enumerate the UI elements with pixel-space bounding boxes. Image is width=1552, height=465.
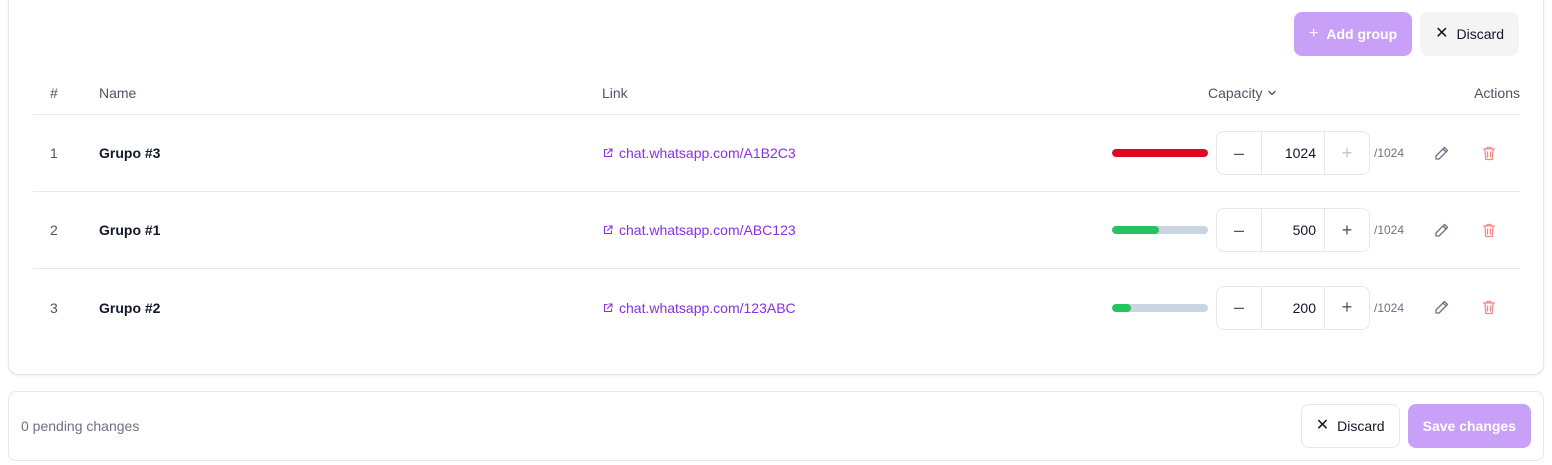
trash-icon[interactable] bbox=[1480, 221, 1498, 239]
save-changes-button[interactable]: Save changes bbox=[1407, 404, 1531, 448]
row-link[interactable]: chat.whatsapp.com/ABC123 bbox=[602, 222, 1104, 238]
discard-footer-button[interactable]: ✕ Discard bbox=[1300, 404, 1400, 448]
row-name: Grupo #3 bbox=[99, 145, 161, 161]
row-link-text: chat.whatsapp.com/A1B2C3 bbox=[619, 145, 796, 161]
trash-icon[interactable] bbox=[1480, 299, 1498, 317]
add-group-label: Add group bbox=[1326, 26, 1398, 42]
row-actions bbox=[1412, 299, 1520, 317]
row-link[interactable]: chat.whatsapp.com/123ABC bbox=[602, 300, 1104, 316]
decrement-button[interactable]: – bbox=[1217, 209, 1261, 251]
external-link-icon bbox=[603, 225, 613, 235]
capacity-bar-fill bbox=[1112, 303, 1131, 312]
header-num: # bbox=[50, 84, 58, 101]
row-capacity: – 1024 + /1024 bbox=[1104, 131, 1412, 175]
row-link-text: chat.whatsapp.com/ABC123 bbox=[619, 222, 796, 238]
row-name: Grupo #2 bbox=[99, 299, 161, 316]
row-number: 3 bbox=[50, 299, 58, 316]
row-name: Grupo #1 bbox=[99, 222, 161, 238]
increment-button[interactable]: + bbox=[1325, 287, 1369, 329]
capacity-value[interactable]: 500 bbox=[1261, 209, 1325, 251]
edit-icon[interactable] bbox=[1432, 221, 1450, 239]
header-capacity-label: Capacity bbox=[1208, 84, 1263, 101]
row-capacity: – 200 + /1024 bbox=[1104, 285, 1412, 330]
row-capacity: – 500 + /1024 bbox=[1104, 208, 1412, 252]
header-link: Link bbox=[602, 84, 628, 101]
row-link[interactable]: chat.whatsapp.com/A1B2C3 bbox=[602, 145, 1104, 161]
capacity-stepper: – 200 + bbox=[1216, 285, 1370, 330]
decrement-button[interactable]: – bbox=[1217, 132, 1261, 174]
decrement-button[interactable]: – bbox=[1217, 287, 1261, 329]
capacity-bar-fill bbox=[1112, 226, 1159, 234]
discard-top-label: Discard bbox=[1456, 26, 1504, 42]
capacity-bar-fill bbox=[1112, 149, 1208, 157]
row-actions bbox=[1412, 144, 1520, 162]
capacity-stepper: – 1024 + bbox=[1216, 131, 1370, 175]
increment-button[interactable]: + bbox=[1325, 132, 1369, 174]
capacity-max: /1024 bbox=[1374, 146, 1405, 160]
close-icon: ✕ bbox=[1435, 25, 1449, 42]
trash-icon[interactable] bbox=[1480, 144, 1498, 162]
edit-icon[interactable] bbox=[1432, 144, 1450, 162]
row-number: 1 bbox=[50, 145, 58, 161]
capacity-value[interactable]: 200 bbox=[1261, 286, 1325, 329]
capacity-max: /1024 bbox=[1374, 300, 1405, 315]
table-row: 1 Grupo #3 chat.whatsapp.com/A1B2C3 – 10… bbox=[33, 115, 1520, 192]
table-body: 1 Grupo #3 chat.whatsapp.com/A1B2C3 – 10… bbox=[33, 115, 1520, 346]
footer-actions: ✕ Discard Save changes bbox=[1300, 404, 1531, 448]
table-row: 2 Grupo #1 chat.whatsapp.com/ABC123 – 50… bbox=[33, 192, 1520, 269]
capacity-value[interactable]: 1024 bbox=[1261, 132, 1325, 174]
external-link-icon bbox=[603, 148, 613, 158]
capacity-bar bbox=[1112, 149, 1208, 157]
pending-changes-text: 0 pending changes bbox=[21, 418, 140, 434]
footer-bar: 0 pending changes ✕ Discard Save changes bbox=[8, 391, 1544, 461]
external-link-icon bbox=[603, 302, 613, 312]
groups-table: # Name Link Capacity Actions 1 Grupo #3 … bbox=[33, 71, 1520, 346]
chevron-down-icon bbox=[1268, 90, 1277, 95]
discard-footer-label: Discard bbox=[1337, 418, 1385, 434]
close-icon: ✕ bbox=[1315, 417, 1330, 434]
row-actions bbox=[1412, 221, 1520, 239]
table-row: 3 Grupo #2 chat.whatsapp.com/123ABC – 20… bbox=[33, 269, 1520, 346]
capacity-bar bbox=[1112, 303, 1208, 312]
table-header: # Name Link Capacity Actions bbox=[33, 71, 1520, 115]
capacity-stepper: – 500 + bbox=[1216, 208, 1370, 252]
header-name: Name bbox=[99, 84, 137, 101]
discard-top-button[interactable]: ✕ Discard bbox=[1420, 12, 1519, 56]
row-number: 2 bbox=[50, 222, 58, 238]
plus-icon: + bbox=[1309, 25, 1319, 42]
capacity-bar bbox=[1112, 226, 1208, 234]
capacity-max: /1024 bbox=[1374, 223, 1405, 237]
increment-button[interactable]: + bbox=[1325, 209, 1369, 251]
header-capacity[interactable]: Capacity bbox=[1104, 85, 1412, 101]
row-link-text: chat.whatsapp.com/123ABC bbox=[619, 299, 796, 316]
save-changes-label: Save changes bbox=[1422, 418, 1516, 434]
add-group-button[interactable]: + Add group bbox=[1294, 12, 1413, 56]
groups-card: + Add group ✕ Discard # Name Link Capaci… bbox=[8, 0, 1544, 375]
edit-icon[interactable] bbox=[1432, 299, 1450, 317]
top-actions: + Add group ✕ Discard bbox=[1294, 12, 1519, 56]
header-actions: Actions bbox=[1474, 84, 1520, 101]
